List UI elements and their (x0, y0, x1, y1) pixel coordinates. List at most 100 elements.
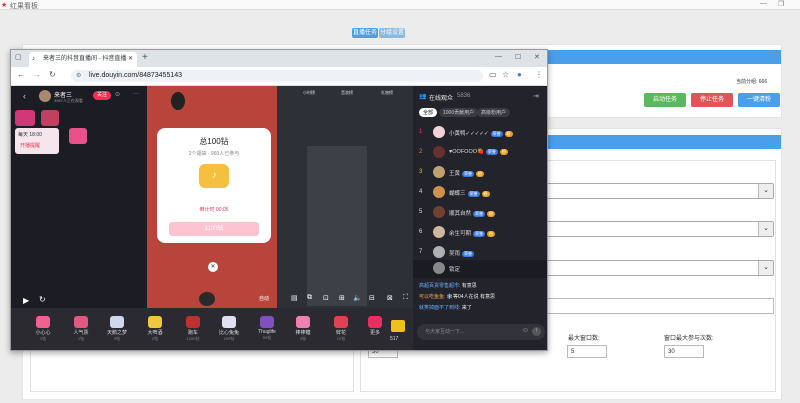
gift-item[interactable]: 小心心 1钻 (23, 316, 63, 342)
rank-item: 音浪榜 (341, 90, 353, 95)
cast-icon[interactable]: ▭ (489, 70, 497, 79)
restore-button[interactable]: ❐ (778, 0, 784, 8)
follow-button[interactable]: 关注 (93, 91, 111, 100)
chat-input[interactable]: 与大家互动一下... ☺ ↑ (417, 324, 545, 340)
reload-icon[interactable]: ↻ (49, 70, 56, 79)
gift-flower-icon (334, 316, 348, 328)
comment-list: 高超百货零售超市: 有意思 可以吃鱼鱼: ❄️等04人在说 有意思 就笑掉面不了… (419, 282, 545, 311)
webfull-icon[interactable]: ⊠ (387, 294, 393, 302)
diamond-icon[interactable] (391, 320, 405, 332)
pip-icon[interactable]: ⧉ (307, 294, 312, 302)
danmaku-icon[interactable]: ▤ (291, 294, 298, 302)
send-icon[interactable]: ↑ (532, 327, 541, 336)
gift-lollipop-icon (296, 316, 310, 328)
promo-sticker-icon[interactable] (41, 110, 59, 126)
viewer-row[interactable]: 2 ♥OOFOOO🍓 荣誉粉 (413, 144, 547, 162)
gift-item[interactable]: Thuglife 99钻 (247, 316, 287, 341)
viewers-tab-fans[interactable]: 高级粉用户 (477, 108, 511, 117)
back-arrow-icon[interactable]: ‹ (23, 91, 26, 101)
share-icon[interactable]: ⊙ (115, 91, 120, 98)
promo-sticker-icon[interactable] (15, 110, 35, 126)
site-info-icon[interactable]: ⚙ (76, 70, 81, 82)
gift-item[interactable]: 跑车 1200钻 (173, 316, 213, 342)
browser-tabbar: ▢ ♪ 来者三的抖音直播间 - 抖音直播 ✕ + — ☐ ✕ (11, 50, 547, 67)
account-select[interactable]: ⌄ (546, 221, 774, 237)
video-object (171, 92, 185, 110)
play-icon[interactable]: ▶ (23, 296, 29, 305)
avatar (433, 166, 445, 178)
avatar (433, 246, 445, 258)
viewer-row[interactable]: 锁定 (413, 260, 547, 278)
gift-item[interactable]: 大啤酒 2钻 (135, 316, 175, 342)
streamer-avatar[interactable] (39, 90, 51, 102)
tab-close-icon[interactable]: ✕ (128, 52, 133, 67)
clean-fans-button[interactable]: 一键清粉 (738, 93, 780, 107)
chevron-down-icon: ⌄ (758, 261, 773, 275)
minimize-button[interactable]: — (760, 0, 767, 7)
forward-icon[interactable]: → (33, 70, 41, 79)
chat-placeholder: 与大家互动一下... (425, 329, 465, 335)
volume-icon[interactable]: 🔈 (353, 294, 362, 302)
viewer-row[interactable]: 5 顺其自然 荣誉粉 (413, 204, 547, 222)
record-icon[interactable]: ⊟ (369, 294, 375, 302)
lucky-bag-icon: ♪ (199, 164, 229, 188)
gift-item[interactable]: 比心兔兔 299钻 (209, 316, 249, 342)
profile-icon[interactable]: ● (517, 70, 522, 79)
bookmark-star-icon[interactable]: ☆ (502, 70, 509, 79)
browser-close-button[interactable]: ✕ (534, 53, 540, 61)
refresh-icon[interactable]: ↻ (39, 295, 46, 304)
stop-task-button[interactable]: 停止任务 (691, 93, 733, 107)
fullscreen-icon[interactable]: ⛶ (403, 294, 408, 302)
gift-more[interactable]: 更多 (355, 316, 395, 336)
settings-icon[interactable]: ⊞ (339, 294, 345, 302)
promo-sticker-icon[interactable] (69, 128, 87, 144)
mode-select[interactable]: ⌄ (546, 260, 774, 276)
viewers-tab-all[interactable]: 全部 (419, 108, 438, 117)
gift-heart-icon (36, 316, 50, 328)
viewer-row[interactable]: 4 蝴蝶三 荣誉粉 (413, 184, 547, 202)
viewer-row[interactable]: 3 王黄 荣誉粉 (413, 164, 547, 182)
level-badge: 荣誉 (473, 211, 486, 217)
gift-beer-icon (148, 316, 162, 328)
viewers-tab-1000[interactable]: 1000贡献用户 (439, 108, 479, 117)
level-badge: 荣誉 (473, 231, 486, 237)
auto-quality-label[interactable]: 自动 (259, 295, 269, 302)
popup-close-icon[interactable]: ✕ (208, 262, 218, 272)
group-select[interactable]: ⌄ (546, 183, 774, 199)
new-tab-button[interactable]: + (142, 52, 148, 63)
browser-minimize-button[interactable]: — (495, 53, 502, 60)
avatar (433, 186, 445, 198)
collapse-panel-icon[interactable]: ⇥ (533, 92, 539, 100)
avatar (433, 206, 445, 218)
viewer-row[interactable]: 6 余生可期 荣誉粉 (413, 224, 547, 242)
window-max-participation-input[interactable]: 30 (664, 345, 704, 358)
start-task-button[interactable]: 启动任务 (644, 93, 686, 107)
schedule-card[interactable]: 每天 18:00 开播提醒 (15, 128, 59, 154)
fan-badge: 粉 (476, 171, 485, 177)
comment-item: 高超百货零售超市: 有意思 (419, 283, 477, 289)
browser-maximize-button[interactable]: ☐ (515, 53, 521, 61)
tab-live-task[interactable]: 直播任务 (352, 28, 378, 38)
tab-menu-icon[interactable]: ▢ (15, 53, 22, 61)
gift-item[interactable]: 天鹅之梦 9钻 (97, 316, 137, 342)
countdown-text: 倒计时 00:05 (199, 207, 229, 213)
text-input[interactable] (546, 298, 774, 314)
gift-ticket-icon (74, 316, 88, 328)
browser-tab[interactable]: ♪ 来者三的抖音直播间 - 抖音直播 ✕ (29, 52, 137, 67)
rank-strip[interactable]: 小时榜 音浪榜 礼物榜 (303, 90, 411, 104)
emoji-icon[interactable]: ☺ (522, 327, 529, 334)
blurred-person (307, 146, 367, 306)
tab-group-settings[interactable]: 分组设置 (379, 28, 405, 38)
gift-item[interactable]: 人气票 1钻 (61, 316, 101, 342)
back-icon[interactable]: ← (17, 70, 25, 79)
gift-item[interactable]: 棒棒糖 9钻 (283, 316, 323, 342)
max-window-input[interactable]: 5 (567, 345, 607, 358)
url-input[interactable]: ⚙ live.douyin.com/84873455143 (71, 70, 483, 82)
schedule-remind: 开播提醒 (20, 143, 41, 149)
viewer-row[interactable]: 1 小黄鸭✓✓✓✓✓ 荣誉粉 (413, 124, 547, 142)
browser-menu-icon[interactable]: ⋮ (535, 70, 543, 79)
join-lucky-bag-button[interactable]: 1100钻 (169, 222, 259, 236)
more-icon[interactable]: ··· (133, 91, 139, 97)
screenshot-icon[interactable]: ⊡ (323, 294, 329, 302)
fan-badge: 粉 (487, 211, 496, 217)
